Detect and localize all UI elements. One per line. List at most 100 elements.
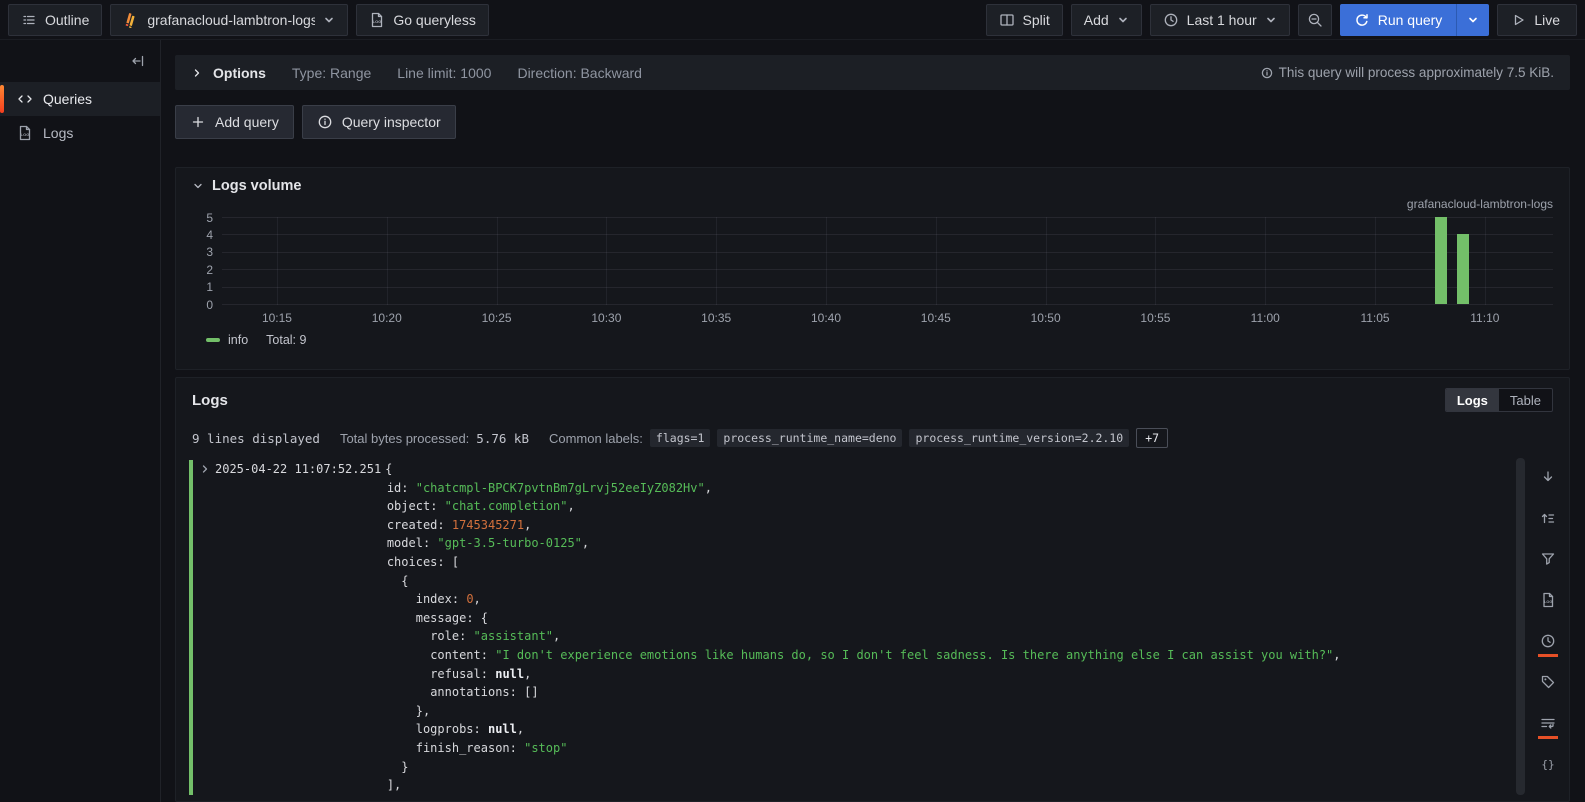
more-labels-button[interactable]: +7: [1136, 428, 1168, 448]
sidebar-item-logs[interactable]: LOG Logs: [0, 116, 160, 150]
json-token-p: ,: [567, 499, 574, 513]
outline-button[interactable]: Outline: [8, 4, 102, 36]
json-token-p: ,: [705, 481, 712, 495]
json-token-k: model: [387, 536, 423, 550]
add-query-button[interactable]: Add query: [175, 105, 294, 139]
logs-scrollbar[interactable]: [1516, 458, 1525, 795]
json-token-p: }: [401, 760, 408, 774]
legend-label[interactable]: info: [228, 333, 248, 347]
datasource-picker[interactable]: grafanacloud-lambtron-logs: [110, 4, 348, 36]
split-button[interactable]: Split: [986, 4, 1063, 36]
tag-icon: [1540, 674, 1556, 690]
clock-icon: [1163, 12, 1179, 28]
svg-text:LOG: LOG: [1544, 600, 1552, 604]
legend-swatch: [206, 338, 220, 342]
sidebar-item-queries[interactable]: Queries: [0, 82, 160, 116]
log-json-line: refusal: null,: [199, 665, 1553, 684]
go-queryless-button[interactable]: LOG Go queryless: [356, 4, 488, 36]
add-label: Add: [1084, 12, 1109, 28]
v-gridline: [1265, 217, 1266, 305]
filter-icon: [1540, 551, 1556, 567]
options-title-wrap: Options: [191, 65, 266, 81]
chevron-down-icon: [192, 180, 204, 192]
chevron-down-icon: [1265, 14, 1277, 26]
live-button[interactable]: Live: [1497, 4, 1577, 36]
log-open-brace: {: [385, 460, 392, 479]
query-estimate: This query will process approximately 7.…: [1261, 65, 1554, 80]
x-axis-label: 11:10: [1470, 311, 1499, 325]
add-button[interactable]: Add: [1071, 4, 1142, 36]
json-token-p: ,: [1333, 648, 1340, 662]
json-token-p: :: [430, 499, 444, 513]
v-gridline: [826, 217, 827, 305]
x-axis: 10:1510:2010:2510:3010:3510:4010:4510:50…: [222, 309, 1553, 329]
toggle-table[interactable]: Table: [1499, 389, 1552, 411]
log-json-line: model: "gpt-3.5-turbo-0125",: [199, 534, 1553, 553]
log-json-line: }: [199, 758, 1553, 777]
y-axis-label: 0: [206, 298, 213, 312]
query-estimate-text: This query will process approximately 7.…: [1279, 65, 1554, 80]
logs-volume-panel: Logs volume grafanacloud-lambtron-logs 0…: [175, 167, 1570, 370]
time-icon[interactable]: [1537, 632, 1559, 650]
split-label: Split: [1023, 12, 1050, 28]
run-query-dropdown[interactable]: [1456, 4, 1489, 36]
x-axis-label: 10:50: [1031, 311, 1061, 325]
json-token-k: annotations: [430, 685, 509, 699]
label-chips: flags=1process_runtime_name=denoprocess_…: [650, 429, 1129, 447]
log-volume-bar: [1457, 234, 1469, 304]
json-token-p: },: [416, 704, 430, 718]
filter-icon[interactable]: [1537, 550, 1559, 568]
query-inspector-button[interactable]: Query inspector: [302, 105, 456, 139]
wrap-lines-icon[interactable]: [1537, 714, 1559, 732]
logs-volume-header[interactable]: Logs volume: [192, 178, 1553, 194]
run-query-group: Run query: [1340, 4, 1490, 36]
log-volume-bar: [1435, 217, 1447, 304]
x-axis-label: 10:45: [921, 311, 951, 325]
json-token-n: 0: [466, 592, 473, 606]
json-token-p: :: [474, 722, 488, 736]
outline-label: Outline: [45, 12, 89, 28]
log-file-icon[interactable]: LOG: [1537, 591, 1559, 609]
y-axis-label: 1: [206, 280, 213, 294]
collapse-left-icon[interactable]: [130, 53, 146, 69]
sort-order-icon[interactable]: [1537, 509, 1559, 527]
json-token-k: refusal: [430, 667, 481, 681]
sidebar-item-label: Queries: [43, 91, 92, 107]
v-gridline: [497, 217, 498, 305]
svg-text:{}: {}: [1541, 758, 1554, 771]
v-gridline: [936, 217, 937, 305]
json-token-p: :: [481, 667, 495, 681]
json-token-p: {: [401, 574, 408, 588]
chart-plot-area: [222, 217, 1553, 305]
log-entry-toggle-line[interactable]: 2025-04-22 11:07:52.251 {: [199, 460, 1553, 479]
live-label: Live: [1534, 12, 1560, 28]
scroll-bottom-icon[interactable]: [1537, 468, 1559, 486]
run-query-button[interactable]: Run query: [1340, 4, 1457, 36]
top-toolbar: Outline grafanacloud-lambtron-logs LOG G…: [0, 0, 1585, 40]
zoom-out-time-button[interactable]: [1298, 4, 1332, 36]
common-labels: Common labels: flags=1process_runtime_na…: [549, 428, 1168, 448]
h-gridline: [222, 287, 1553, 288]
y-axis-label: 3: [206, 245, 213, 259]
tag-icon[interactable]: [1537, 673, 1559, 691]
play-icon: [1510, 12, 1526, 28]
query-actions-row: Add query Query inspector: [175, 105, 1570, 139]
log-json-line: logprobs: null,: [199, 720, 1553, 739]
v-gridline: [716, 217, 717, 305]
log-json-line: {: [199, 572, 1553, 591]
v-gridline: [1155, 217, 1156, 305]
json-token-p: ,: [517, 722, 524, 736]
bytes-processed: Total bytes processed: 5.76 kB: [340, 431, 529, 446]
log-json-line: },: [199, 702, 1553, 721]
log-timestamp: 2025-04-22 11:07:52.251: [215, 460, 381, 479]
json-token-k: object: [387, 499, 430, 513]
query-options-bar[interactable]: Options Type: Range Line limit: 1000 Dir…: [175, 55, 1570, 90]
braces-icon[interactable]: {}: [1537, 755, 1559, 773]
json-token-p: ],: [387, 778, 401, 792]
toggle-logs[interactable]: Logs: [1446, 389, 1499, 411]
h-gridline: [222, 304, 1553, 305]
time-range-picker[interactable]: Last 1 hour: [1150, 4, 1290, 36]
log-json-line: created: 1745345271,: [199, 516, 1553, 535]
json-token-p: ,: [474, 592, 481, 606]
chevron-down-icon: [323, 14, 335, 26]
